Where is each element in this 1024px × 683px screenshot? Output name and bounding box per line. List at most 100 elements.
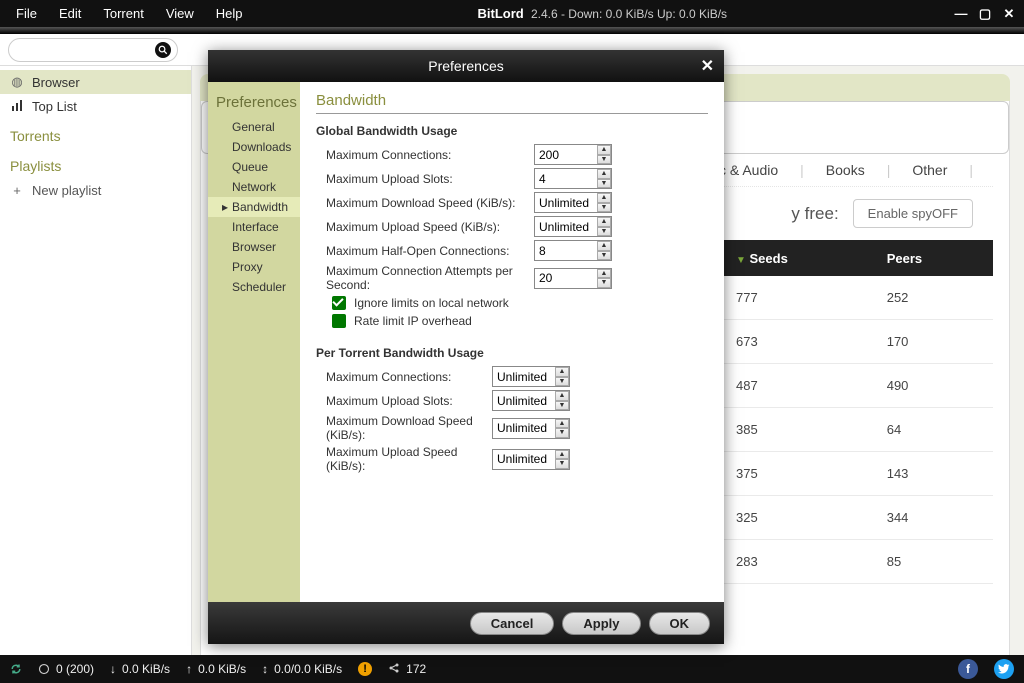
spin-up[interactable]: ▲	[597, 241, 611, 251]
pref-nav-interface[interactable]: Interface	[208, 217, 300, 237]
promo-text: y free:	[791, 204, 838, 224]
status-connections[interactable]: 0 (200)	[38, 662, 94, 676]
spin-down[interactable]: ▼	[597, 155, 611, 165]
pref-nav-scheduler[interactable]: Scheduler	[208, 277, 300, 297]
spin-up[interactable]: ▲	[555, 419, 569, 429]
col-peers[interactable]: Peers	[879, 240, 993, 276]
status-sync[interactable]	[10, 663, 22, 675]
spin-down[interactable]: ▼	[597, 179, 611, 189]
checkbox-icon	[332, 314, 346, 328]
row-pt-max-download-speed: Maximum Download Speed (KiB/s): ▲▼	[316, 414, 708, 442]
minimize-button[interactable]: —	[952, 6, 970, 22]
pref-nav-browser[interactable]: Browser	[208, 237, 300, 257]
status-upload[interactable]: ↑ 0.0 KiB/s	[186, 662, 246, 676]
spin-down[interactable]: ▼	[555, 401, 569, 411]
search-input[interactable]	[8, 38, 178, 62]
sidebar-item-toplist[interactable]: Top List	[0, 94, 191, 118]
spin-up[interactable]: ▲	[555, 391, 569, 401]
app-name: BitLord	[477, 6, 523, 21]
spin-down[interactable]: ▼	[555, 428, 569, 438]
spin-up[interactable]: ▲	[555, 367, 569, 377]
enable-spyoff-button[interactable]: Enable spyOFF	[853, 199, 973, 228]
preferences-sidebar: Preferences GeneralDownloadsQueueNetwork…	[208, 82, 300, 602]
sidebar-item-new-playlist[interactable]: + New playlist	[0, 178, 191, 202]
globe-icon: ◍	[10, 74, 24, 90]
menu-view[interactable]: View	[156, 3, 204, 24]
sidebar-item-label: New playlist	[32, 183, 101, 198]
pref-nav-queue[interactable]: Queue	[208, 157, 300, 177]
row-max-connections: Maximum Connections: ▲▼	[316, 144, 708, 165]
close-icon[interactable]: ✕	[701, 56, 714, 76]
sidebar-item-browser[interactable]: ◍ Browser	[0, 70, 191, 94]
sidebar: ◍ Browser Top List Torrents Playlists + …	[0, 66, 192, 655]
spin-up[interactable]: ▲	[597, 193, 611, 203]
spin-down[interactable]: ▼	[555, 459, 569, 469]
sidebar-header-torrents: Torrents	[0, 118, 191, 148]
status-download[interactable]: ↓ 0.0 KiB/s	[110, 662, 170, 676]
arrow-up-icon: ↑	[186, 662, 192, 676]
pref-nav-bandwidth[interactable]: ▸Bandwidth	[208, 197, 300, 217]
group-per-torrent: Per Torrent Bandwidth Usage	[316, 346, 708, 360]
main-menu: File Edit Torrent View Help	[6, 3, 253, 24]
app-subtitle: 2.4.6 - Down: 0.0 KiB/s Up: 0.0 KiB/s	[531, 7, 727, 21]
preferences-dialog: Preferences ✕ Preferences GeneralDownloa…	[208, 50, 724, 644]
spin-up[interactable]: ▲	[597, 217, 611, 227]
group-global: Global Bandwidth Usage	[316, 124, 708, 138]
menu-edit[interactable]: Edit	[49, 3, 91, 24]
menu-torrent[interactable]: Torrent	[93, 3, 153, 24]
apply-button[interactable]: Apply	[562, 612, 640, 635]
spin-down[interactable]: ▼	[597, 278, 611, 288]
col-seeds[interactable]: ▼ Seeds	[728, 240, 879, 276]
maximize-button[interactable]: ▢	[976, 6, 994, 22]
status-bar: 0 (200) ↓ 0.0 KiB/s ↑ 0.0 KiB/s ↕ 0.0/0.…	[0, 655, 1024, 683]
menu-help[interactable]: Help	[206, 3, 253, 24]
row-conn-per-sec: Maximum Connection Attempts per Second: …	[316, 264, 708, 292]
row-pt-max-upload-slots: Maximum Upload Slots: ▲▼	[316, 390, 708, 411]
chevron-right-icon: ▸	[222, 200, 228, 214]
row-pt-max-upload-speed: Maximum Upload Speed (KiB/s): ▲▼	[316, 445, 708, 473]
panel-title: Bandwidth	[316, 92, 708, 114]
spin-up[interactable]: ▲	[597, 169, 611, 179]
spin-up[interactable]: ▲	[597, 145, 611, 155]
facebook-button[interactable]: f	[958, 659, 978, 679]
menu-file[interactable]: File	[6, 3, 47, 24]
cancel-button[interactable]: Cancel	[470, 612, 555, 635]
title-shadow	[0, 27, 1024, 34]
spin-down[interactable]: ▼	[597, 227, 611, 237]
twitter-button[interactable]	[994, 659, 1014, 679]
warning-icon: !	[358, 662, 372, 676]
spin-up[interactable]: ▲	[597, 269, 611, 279]
arrows-updown-icon: ↕	[262, 662, 268, 676]
checkbox-rate-limit-overhead[interactable]: Rate limit IP overhead	[332, 314, 708, 328]
category-link[interactable]: Books	[826, 162, 865, 178]
sidebar-item-label: Browser	[32, 75, 80, 90]
window-title: BitLord 2.4.6 - Down: 0.0 KiB/s Up: 0.0 …	[253, 6, 952, 21]
checkbox-icon	[332, 296, 346, 310]
search-icon[interactable]	[155, 42, 171, 58]
close-window-button[interactable]: ✕	[1000, 6, 1018, 22]
checkbox-ignore-limits[interactable]: Ignore limits on local network	[332, 296, 708, 310]
preferences-titlebar[interactable]: Preferences ✕	[208, 50, 724, 82]
pref-nav-proxy[interactable]: Proxy	[208, 257, 300, 277]
pref-nav-downloads[interactable]: Downloads	[208, 137, 300, 157]
spin-down[interactable]: ▼	[555, 377, 569, 387]
plus-icon: +	[10, 183, 24, 198]
row-max-upload-slots: Maximum Upload Slots: ▲▼	[316, 168, 708, 189]
category-link[interactable]: Other	[912, 162, 947, 178]
pref-nav-general[interactable]: General	[208, 117, 300, 137]
ok-button[interactable]: OK	[649, 612, 711, 635]
row-max-download-speed: Maximum Download Speed (KiB/s): ▲▼	[316, 192, 708, 213]
sidebar-item-label: Top List	[32, 99, 77, 114]
spin-up[interactable]: ▲	[555, 450, 569, 460]
bars-icon	[10, 100, 24, 112]
row-pt-max-connections: Maximum Connections: ▲▼	[316, 366, 708, 387]
titlebar: File Edit Torrent View Help BitLord 2.4.…	[0, 0, 1024, 27]
preferences-panel: Bandwidth Global Bandwidth Usage Maximum…	[300, 82, 724, 602]
pref-nav-network[interactable]: Network	[208, 177, 300, 197]
row-half-open: Maximum Half-Open Connections: ▲▼	[316, 240, 708, 261]
status-disk[interactable]: ↕ 0.0/0.0 KiB/s	[262, 662, 342, 676]
status-share[interactable]: 172	[388, 662, 426, 677]
spin-down[interactable]: ▼	[597, 203, 611, 213]
spin-down[interactable]: ▼	[597, 251, 611, 261]
status-warning[interactable]: !	[358, 662, 372, 676]
